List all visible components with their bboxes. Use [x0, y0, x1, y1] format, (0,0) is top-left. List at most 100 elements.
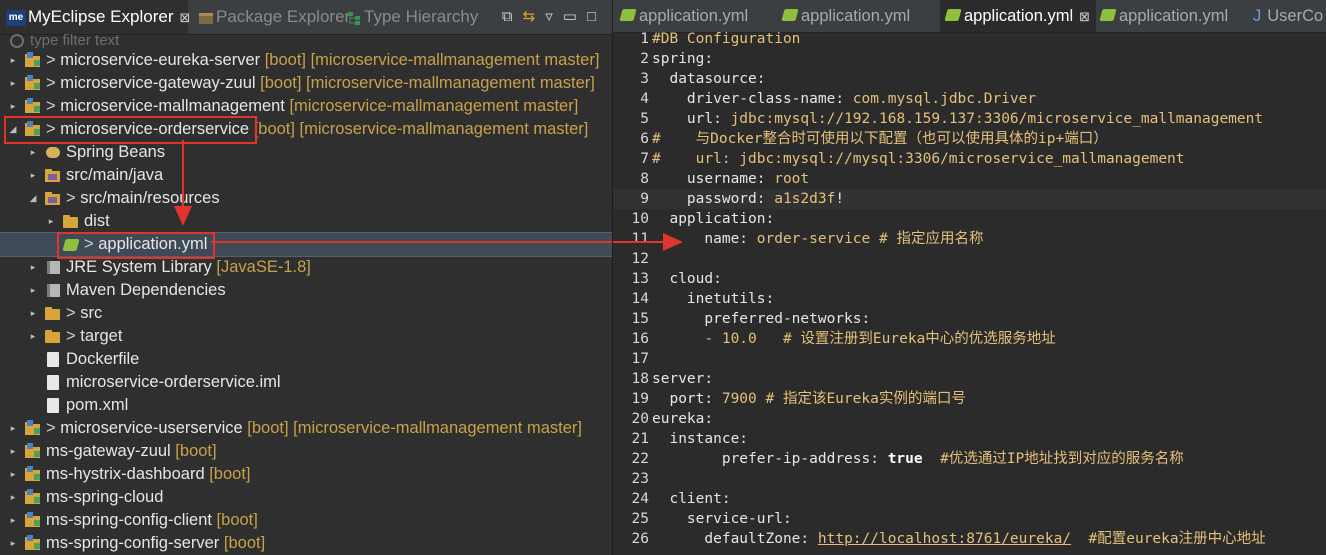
maximize-icon[interactable]: □ [587, 8, 606, 25]
code-line[interactable]: 11 name: order-service # 指定应用名称 [613, 229, 1326, 249]
close-icon[interactable]: ⊠ [1079, 9, 1090, 24]
tree-item[interactable]: ▸ > microservice-gateway-zuul [boot] [mic… [0, 72, 612, 95]
code-text: service-url: [652, 509, 792, 529]
code-text: password: a1s2d3f! [652, 189, 844, 209]
code-line[interactable]: 9 password: a1s2d3f! [613, 189, 1326, 209]
collapsed-arrow-icon[interactable]: ▸ [8, 95, 18, 118]
code-line[interactable]: 15 preferred-networks: [613, 309, 1326, 329]
code-token: defaultZone: [652, 531, 818, 547]
code-line[interactable]: 10 application: [613, 209, 1326, 229]
code-line[interactable]: 2 spring: [613, 49, 1326, 69]
code-line[interactable]: 12 [613, 249, 1326, 269]
line-number: 23 [631, 471, 649, 487]
code-line[interactable]: 7 # url: jdbc:mysql://mysql:3306/microser… [613, 149, 1326, 169]
link-with-editor-icon[interactable]: ⇆ [523, 8, 546, 25]
collapsed-arrow-icon[interactable]: ▸ [8, 49, 18, 72]
editor-tab-application-yml-4[interactable]: application.yml [1099, 0, 1228, 32]
tree-item-label: src/main/java [66, 164, 163, 187]
minimize-icon[interactable]: ▭ [563, 8, 587, 25]
tree-item[interactable]: ▸ ms-spring-cloud [0, 486, 612, 509]
code-line[interactable]: 20 eureka: [613, 409, 1326, 429]
code-line[interactable]: 1 #DB Configuration [613, 29, 1326, 49]
code-text: port: 7900 # 指定该Eureka实例的端口号 [652, 389, 965, 409]
tree-item-name: ms-hystrix-dashboard [46, 465, 205, 483]
tree-item-name: microservice-gateway-zuul [60, 74, 256, 92]
tree-item[interactable]: ▸ Maven Dependencies [0, 279, 612, 302]
collapsed-arrow-icon[interactable]: ▸ [8, 463, 18, 486]
tree-item-decoration: [boot] [219, 534, 266, 552]
project-icon [24, 535, 42, 552]
code-line[interactable]: 23 [613, 469, 1326, 489]
code-line[interactable]: 5 url: jdbc:mysql://192.168.159.137:3306… [613, 109, 1326, 129]
tab-package-explorer[interactable]: Package Explorer [190, 0, 350, 34]
collapsed-arrow-icon[interactable]: ▸ [46, 210, 56, 233]
tree-item[interactable]: ▸ > target [0, 325, 612, 348]
editor-tab-application-yml-active[interactable]: application.yml ⊠ [940, 0, 1097, 32]
code-line[interactable]: 22 prefer-ip-address: true #优选通过IP地址找到对应… [613, 449, 1326, 469]
library-icon [44, 282, 62, 299]
collapsed-arrow-icon[interactable]: ▸ [8, 417, 18, 440]
collapsed-arrow-icon[interactable]: ▸ [28, 302, 38, 325]
code-line[interactable]: 13 cloud: [613, 269, 1326, 289]
tree-item[interactable]: ▸ Spring Beans [0, 141, 612, 164]
folder-icon [44, 305, 62, 322]
code-line[interactable]: 6 # 与Docker整合时可使用以下配置（也可以使用具体的ip+端口） [613, 129, 1326, 149]
tree-item[interactable]: Dockerfile [0, 348, 612, 371]
code-line[interactable]: 17 [613, 349, 1326, 369]
tree-item[interactable]: pom.xml [0, 394, 612, 417]
code-line[interactable]: 19 port: 7900 # 指定该Eureka实例的端口号 [613, 389, 1326, 409]
code-line[interactable]: 4 driver-class-name: com.mysql.jdbc.Driv… [613, 89, 1326, 109]
tree-item-label: ms-spring-config-server [boot] [46, 532, 265, 555]
code-line[interactable]: 21 instance: [613, 429, 1326, 449]
code-token: 7900 [721, 391, 757, 407]
line-number: 16 [631, 331, 649, 347]
yml-file-icon [619, 9, 637, 22]
collapsed-arrow-icon[interactable]: ▸ [8, 440, 18, 463]
editor-tab-application-yml-1[interactable]: application.yml [619, 0, 748, 32]
collapsed-arrow-icon[interactable]: ▸ [28, 164, 38, 187]
tree-item[interactable]: ▸ ms-gateway-zuul [boot] [0, 440, 612, 463]
tree-item[interactable]: ▸ > microservice-mallmanagement [microser… [0, 95, 612, 118]
code-line[interactable]: 16 - 10.0 # 设置注册到Eureka中心的优选服务地址 [613, 329, 1326, 349]
project-icon [24, 420, 42, 437]
line-number: 13 [631, 271, 649, 287]
collapsed-arrow-icon[interactable]: ▸ [8, 486, 18, 509]
code-line[interactable]: 8 username: root [613, 169, 1326, 189]
tree-item[interactable]: ▸ src/main/java [0, 164, 612, 187]
tree-item[interactable]: ▸ ms-spring-config-server [boot] [0, 532, 612, 555]
tree-item[interactable]: ▸ ms-hystrix-dashboard [boot] [0, 463, 612, 486]
tree-item[interactable]: ▸ ms-spring-config-client [boot] [0, 509, 612, 532]
java-file-icon: J [1253, 7, 1262, 25]
collapsed-arrow-icon[interactable]: ▸ [28, 141, 38, 164]
view-menu-icon[interactable]: ▿ [545, 8, 563, 25]
git-dirty-marker: > [46, 97, 61, 115]
collapsed-arrow-icon[interactable]: ▸ [8, 72, 18, 95]
code-line[interactable]: 26 defaultZone: http://localhost:8761/eu… [613, 529, 1326, 549]
tab-myeclipse-explorer[interactable]: me MyEclipse Explorer ⊠ [0, 0, 191, 34]
code-line[interactable]: 25 service-url: [613, 509, 1326, 529]
collapsed-arrow-icon[interactable]: ▸ [8, 532, 18, 555]
expanded-arrow-icon[interactable]: ◢ [28, 187, 38, 210]
tree-item[interactable]: ▸ > microservice-userservice [boot] [micr… [0, 417, 612, 440]
collapsed-arrow-icon[interactable]: ▸ [8, 509, 18, 532]
tree-item-label: microservice-orderservice.iml [66, 371, 281, 394]
collapse-all-icon[interactable]: ⧉ [502, 8, 523, 25]
code-line[interactable]: 24 client: [613, 489, 1326, 509]
code-line[interactable]: 14 inetutils: [613, 289, 1326, 309]
tree-item[interactable]: ▸ > src [0, 302, 612, 325]
tree-item[interactable]: ▸ JRE System Library [JavaSE-1.8] [0, 256, 612, 279]
collapsed-arrow-icon[interactable]: ▸ [28, 325, 38, 348]
code-line[interactable]: 18 server: [613, 369, 1326, 389]
tree-item[interactable]: microservice-orderservice.iml [0, 371, 612, 394]
collapsed-arrow-icon[interactable]: ▸ [28, 279, 38, 302]
tree-item[interactable]: ◢ > src/main/resources [0, 187, 612, 210]
code-line[interactable]: 3 datasource: [613, 69, 1326, 89]
editor-tab-application-yml-2[interactable]: application.yml [781, 0, 910, 32]
tree-item-label: > src/main/resources [66, 187, 220, 210]
editor-tab-userco[interactable]: J UserCo [1253, 0, 1323, 32]
tab-type-hierarchy[interactable]: Type Hierarchy [342, 0, 478, 34]
collapsed-arrow-icon[interactable]: ▸ [28, 256, 38, 279]
tree-item[interactable]: ▸ dist [0, 210, 612, 233]
close-icon[interactable]: ⊠ [180, 10, 191, 25]
tree-item[interactable]: ▸ > microservice-eureka-server [boot] [mi… [0, 49, 612, 72]
